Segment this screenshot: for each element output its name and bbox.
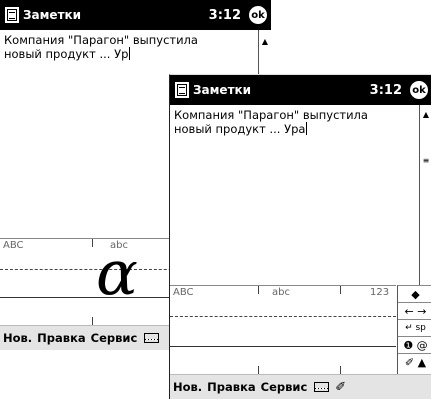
clock[interactable]: 3:12 [209,8,241,23]
baseline [170,346,396,347]
note-line: новый продукт ... Ура [174,122,306,136]
notes-icon [175,82,189,98]
scroll-thumb-icon[interactable]: ≡ [420,155,431,167]
note-line: Компания "Парагон" выпустила [174,108,368,122]
menu-new[interactable]: Нов. [173,380,202,394]
handwriting-panel[interactable]: ABC abc 123 [170,285,396,376]
side-button[interactable]: ❶ @ [398,337,431,354]
note-line: новый продукт ... Ур [4,47,129,61]
side-button[interactable]: ← → [398,303,431,320]
menu-new[interactable]: Нов. [3,331,32,345]
zone-label-numeric: 123 [370,287,390,298]
text-caret [306,122,308,135]
handwritten-stroke: α [96,236,138,309]
midline [170,316,396,317]
side-button[interactable]: ✐ ▲ [398,354,431,371]
app-title: Заметки [193,83,252,97]
note-text-area[interactable]: Компания "Парагон" выпустила новый проду… [170,105,420,285]
menu-tools[interactable]: Сервис [261,380,308,394]
title-bar: Заметки 3:12 ok [0,0,271,30]
menu-tools[interactable]: Сервис [91,331,138,345]
note-line: Компания "Парагон" выпустила [4,33,198,47]
menu-edit[interactable]: Правка [207,380,255,394]
notes-screen-front: Заметки 3:12 ok Компания "Парагон" выпус… [169,74,431,399]
vertical-scrollbar[interactable]: ▲ ≡ [419,105,431,285]
scroll-up-icon[interactable]: ▲ [420,109,431,121]
menu-edit[interactable]: Правка [37,331,85,345]
clock[interactable]: 3:12 [370,83,402,98]
keyboard-icon[interactable] [144,333,160,343]
keyboard-icon[interactable] [314,382,330,392]
scroll-up-icon[interactable]: ▲ [259,36,271,48]
title-bar: Заметки 3:12 ok [170,75,431,105]
zone-divider [92,239,93,247]
ok-button[interactable]: ok [248,5,268,25]
side-button[interactable]: ◆ [398,286,431,303]
notes-icon [5,7,19,23]
input-side-panel: ◆ ← → ↵ sp ❶ @ ✐ ▲ [397,285,431,376]
text-caret [129,47,131,60]
zone-divider [340,286,341,294]
menu-bar: Нов. Правка Сервис ✐ [170,374,431,399]
zone-label-upper: ABC [3,240,24,251]
side-button[interactable]: ↵ sp [398,320,431,337]
zone-label-upper: ABC [173,287,194,298]
pen-icon[interactable]: ✐ [335,380,346,395]
app-title: Заметки [23,8,82,22]
ok-button[interactable]: ok [409,80,429,100]
zone-label-lower: abc [272,287,290,298]
zone-divider [258,286,259,294]
